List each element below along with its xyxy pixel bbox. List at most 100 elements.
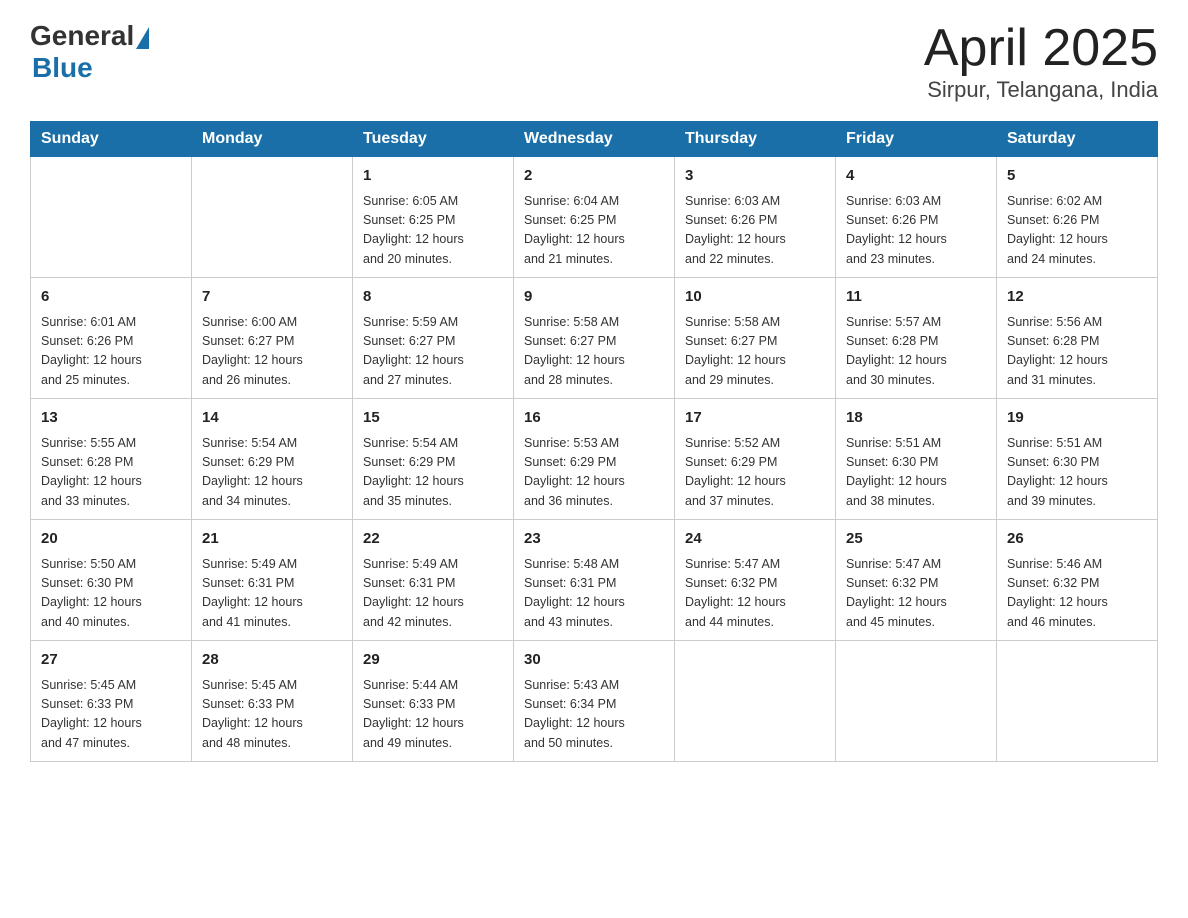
day-info: Sunrise: 5:51 AMSunset: 6:30 PMDaylight:… [1007,434,1147,512]
day-number: 20 [41,528,181,551]
day-number: 9 [524,286,664,309]
calendar-cell: 6 Sunrise: 6:01 AMSunset: 6:26 PMDaylight… [31,278,192,399]
day-info: Sunrise: 5:54 AMSunset: 6:29 PMDaylight:… [202,434,342,512]
day-number: 1 [363,165,503,188]
calendar-cell: 12 Sunrise: 5:56 AMSunset: 6:28 PMDayligh… [997,278,1158,399]
day-number: 12 [1007,286,1147,309]
calendar-cell: 18 Sunrise: 5:51 AMSunset: 6:30 PMDayligh… [836,399,997,520]
week-row-2: 6 Sunrise: 6:01 AMSunset: 6:26 PMDaylight… [31,278,1158,399]
calendar-cell: 15Sunrise: 5:54 AMSunset: 6:29 PMDayligh… [353,399,514,520]
day-number: 29 [363,649,503,672]
calendar-cell: 5 Sunrise: 6:02 AMSunset: 6:26 PMDaylight… [997,157,1158,278]
day-number: 7 [202,286,342,309]
day-info: Sunrise: 5:52 AMSunset: 6:29 PMDaylight:… [685,434,825,512]
day-info: Sunrise: 6:01 AMSunset: 6:26 PMDaylight:… [41,313,181,391]
calendar-cell: 8Sunrise: 5:59 AMSunset: 6:27 PMDaylight… [353,278,514,399]
day-info: Sunrise: 6:05 AMSunset: 6:25 PMDaylight:… [363,192,503,270]
day-info: Sunrise: 5:46 AMSunset: 6:32 PMDaylight:… [1007,555,1147,633]
calendar-cell: 28Sunrise: 5:45 AMSunset: 6:33 PMDayligh… [192,641,353,762]
calendar-cell: 20 Sunrise: 5:50 AMSunset: 6:30 PMDayligh… [31,520,192,641]
day-info: Sunrise: 6:02 AMSunset: 6:26 PMDaylight:… [1007,192,1147,270]
day-number: 25 [846,528,986,551]
calendar-cell: 26 Sunrise: 5:46 AMSunset: 6:32 PMDayligh… [997,520,1158,641]
calendar-cell: 11 Sunrise: 5:57 AMSunset: 6:28 PMDayligh… [836,278,997,399]
day-number: 3 [685,165,825,188]
day-number: 15 [363,407,503,430]
weekday-header-row: Sunday Monday Tuesday Wednesday Thursday… [31,122,1158,157]
day-number: 26 [1007,528,1147,551]
day-info: Sunrise: 5:45 AMSunset: 6:33 PMDaylight:… [41,676,181,754]
calendar-cell: 3 Sunrise: 6:03 AMSunset: 6:26 PMDaylight… [675,157,836,278]
week-row-1: 1 Sunrise: 6:05 AMSunset: 6:25 PMDaylight… [31,157,1158,278]
calendar-cell: 22 Sunrise: 5:49 AMSunset: 6:31 PMDayligh… [353,520,514,641]
calendar-cell: 14 Sunrise: 5:54 AMSunset: 6:29 PMDayligh… [192,399,353,520]
calendar-title: April 2025 [924,20,1158,77]
calendar-cell: 21 Sunrise: 5:49 AMSunset: 6:31 PMDayligh… [192,520,353,641]
day-number: 16 [524,407,664,430]
day-number: 23 [524,528,664,551]
calendar-cell: 7 Sunrise: 6:00 AMSunset: 6:27 PMDaylight… [192,278,353,399]
header-sunday: Sunday [31,122,192,157]
day-info: Sunrise: 5:53 AMSunset: 6:29 PMDaylight:… [524,434,664,512]
day-number: 14 [202,407,342,430]
day-info: Sunrise: 5:45 AMSunset: 6:33 PMDaylight:… [202,676,342,754]
header-wednesday: Wednesday [514,122,675,157]
calendar-cell: 19 Sunrise: 5:51 AMSunset: 6:30 PMDayligh… [997,399,1158,520]
day-number: 2 [524,165,664,188]
calendar-cell [675,641,836,762]
day-number: 8 [363,286,503,309]
day-number: 30 [524,649,664,672]
day-number: 18 [846,407,986,430]
logo-triangle-icon [136,27,149,49]
day-info: Sunrise: 5:47 AMSunset: 6:32 PMDaylight:… [685,555,825,633]
day-number: 21 [202,528,342,551]
day-info: Sunrise: 5:58 AMSunset: 6:27 PMDaylight:… [685,313,825,391]
week-row-5: 27 Sunrise: 5:45 AMSunset: 6:33 PMDayligh… [31,641,1158,762]
day-number: 6 [41,286,181,309]
calendar-cell: 29 Sunrise: 5:44 AMSunset: 6:33 PMDayligh… [353,641,514,762]
calendar-cell [997,641,1158,762]
day-info: Sunrise: 6:00 AMSunset: 6:27 PMDaylight:… [202,313,342,391]
day-number: 10 [685,286,825,309]
day-info: Sunrise: 5:51 AMSunset: 6:30 PMDaylight:… [846,434,986,512]
day-info: Sunrise: 6:03 AMSunset: 6:26 PMDaylight:… [685,192,825,270]
day-number: 27 [41,649,181,672]
header-monday: Monday [192,122,353,157]
day-info: Sunrise: 5:56 AMSunset: 6:28 PMDaylight:… [1007,313,1147,391]
calendar-cell: 10 Sunrise: 5:58 AMSunset: 6:27 PMDayligh… [675,278,836,399]
day-info: Sunrise: 5:49 AMSunset: 6:31 PMDaylight:… [363,555,503,633]
day-number: 11 [846,286,986,309]
calendar-cell: 1 Sunrise: 6:05 AMSunset: 6:25 PMDaylight… [353,157,514,278]
day-info: Sunrise: 5:57 AMSunset: 6:28 PMDaylight:… [846,313,986,391]
day-info: Sunrise: 5:47 AMSunset: 6:32 PMDaylight:… [846,555,986,633]
calendar-cell: 9 Sunrise: 5:58 AMSunset: 6:27 PMDaylight… [514,278,675,399]
day-info: Sunrise: 5:50 AMSunset: 6:30 PMDaylight:… [41,555,181,633]
day-info: Sunrise: 5:43 AMSunset: 6:34 PMDaylight:… [524,676,664,754]
calendar-cell [836,641,997,762]
day-info: Sunrise: 5:49 AMSunset: 6:31 PMDaylight:… [202,555,342,633]
calendar-table: Sunday Monday Tuesday Wednesday Thursday… [30,121,1158,762]
day-info: Sunrise: 5:58 AMSunset: 6:27 PMDaylight:… [524,313,664,391]
header-friday: Friday [836,122,997,157]
day-number: 5 [1007,165,1147,188]
calendar-cell: 24 Sunrise: 5:47 AMSunset: 6:32 PMDayligh… [675,520,836,641]
page-header: General Blue April 2025 Sirpur, Telangan… [30,20,1158,103]
calendar-cell [192,157,353,278]
calendar-cell: 13Sunrise: 5:55 AMSunset: 6:28 PMDayligh… [31,399,192,520]
day-number: 22 [363,528,503,551]
week-row-4: 20 Sunrise: 5:50 AMSunset: 6:30 PMDayligh… [31,520,1158,641]
logo-blue-text: Blue [32,52,149,84]
logo-general-text: General [30,20,134,52]
calendar-cell: 23Sunrise: 5:48 AMSunset: 6:31 PMDayligh… [514,520,675,641]
day-info: Sunrise: 5:44 AMSunset: 6:33 PMDaylight:… [363,676,503,754]
calendar-cell: 30 Sunrise: 5:43 AMSunset: 6:34 PMDayligh… [514,641,675,762]
calendar-cell: 17 Sunrise: 5:52 AMSunset: 6:29 PMDayligh… [675,399,836,520]
calendar-cell: 2Sunrise: 6:04 AMSunset: 6:25 PMDaylight… [514,157,675,278]
day-number: 17 [685,407,825,430]
day-number: 19 [1007,407,1147,430]
calendar-cell: 27 Sunrise: 5:45 AMSunset: 6:33 PMDayligh… [31,641,192,762]
calendar-subtitle: Sirpur, Telangana, India [924,77,1158,103]
day-number: 24 [685,528,825,551]
day-number: 13 [41,407,181,430]
header-tuesday: Tuesday [353,122,514,157]
